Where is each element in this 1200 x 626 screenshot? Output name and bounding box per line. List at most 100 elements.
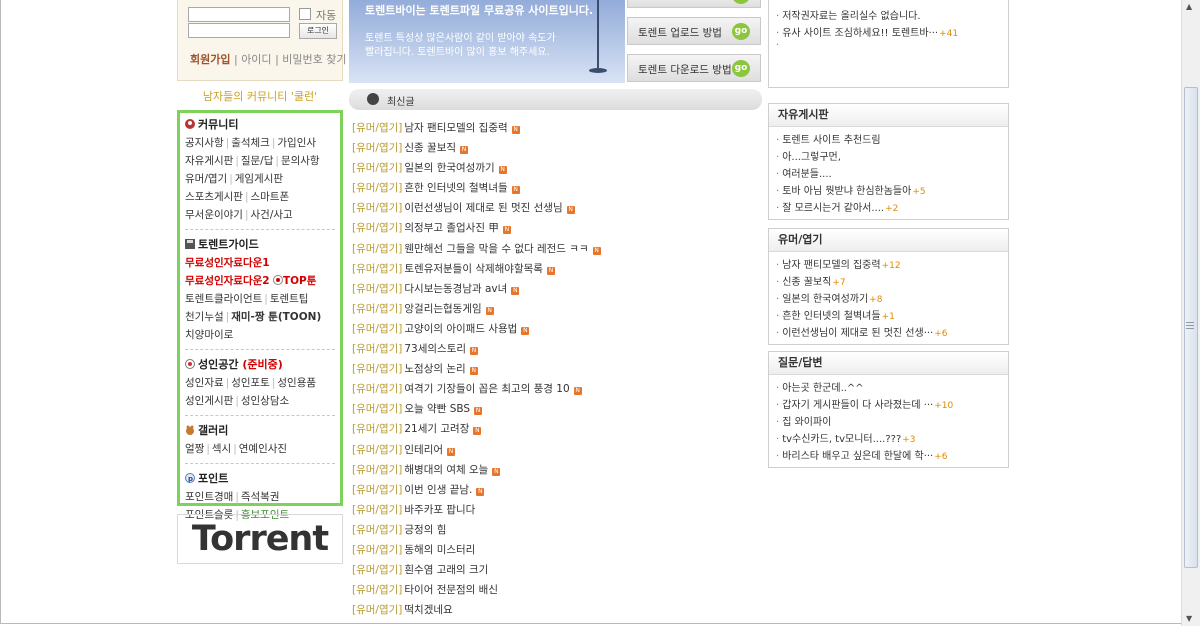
post-title[interactable]: 남자 팬티모델의 집중력: [404, 122, 507, 134]
scroll-down-icon[interactable]: ▼: [1186, 614, 1192, 623]
post-title[interactable]: 긍정의 힘: [404, 524, 446, 536]
menu-item[interactable]: 스포츠게시판: [185, 191, 243, 203]
auto-login-checkbox[interactable]: [299, 8, 311, 20]
post-category[interactable]: [유머/엽기]: [352, 122, 402, 134]
upload-guide-button[interactable]: 토렌트 업로드 방법 go: [627, 17, 761, 45]
username-input[interactable]: [188, 7, 290, 22]
menu-item[interactable]: 성인자료: [185, 377, 224, 389]
post-row[interactable]: [유머/엽기] 타이어 전문점의 배신: [352, 580, 762, 600]
post-title[interactable]: 타이어 전문점의 배신: [404, 584, 498, 596]
login-button[interactable]: 로그인: [299, 23, 337, 39]
board-item[interactable]: · 일본의 한국여성까기+8: [776, 291, 1008, 308]
post-title[interactable]: 흰수염 고래의 크기: [404, 564, 488, 576]
humor-board-title[interactable]: 유머/엽기: [769, 229, 1008, 252]
menu-item[interactable]: 성인포토: [231, 377, 270, 389]
post-row[interactable]: [유머/엽기] 일본의 한국여성까기 N: [352, 158, 762, 178]
post-category[interactable]: [유머/엽기]: [352, 283, 402, 295]
board-item-title[interactable]: 신종 꿀보직: [782, 277, 831, 288]
board-item-title[interactable]: 남자 팬티모델의 집중력: [782, 260, 880, 271]
board-item[interactable]: · tv수신카드, tv모니터....???+3: [776, 431, 1008, 448]
board-item-title[interactable]: 바리스타 배우고 싶은데 한달에 학···: [782, 451, 933, 462]
post-title[interactable]: 노점상의 논리: [404, 363, 465, 375]
post-row[interactable]: [유머/엽기] 고양이의 아이패드 사용법 N: [352, 319, 762, 339]
password-input[interactable]: [188, 23, 290, 38]
post-category[interactable]: [유머/엽기]: [352, 162, 402, 174]
post-row[interactable]: [유머/엽기] 21세기 고려장 N: [352, 419, 762, 439]
post-title[interactable]: 여격기 기장들이 꼽은 최고의 풍경 10: [404, 383, 569, 395]
board-item-title[interactable]: 유사 사이트 조심하세요!! 토렌트바···: [782, 28, 938, 39]
post-title[interactable]: 이런선생님이 제대로 된 멋진 선생님: [404, 202, 562, 214]
free-board-title[interactable]: 자유게시판: [769, 104, 1008, 127]
post-category[interactable]: [유머/엽기]: [352, 564, 402, 576]
board-item-title[interactable]: 여러분들....: [782, 169, 832, 180]
menu-item[interactable]: 출석체크: [231, 137, 270, 149]
board-item[interactable]: · 토렌트 사이트 추천드림: [776, 132, 1008, 149]
board-item-title[interactable]: 이런선생님이 제대로 된 멋진 선생···: [782, 328, 933, 339]
top-toon-link[interactable]: TOP툰: [283, 275, 316, 287]
post-category[interactable]: [유머/엽기]: [352, 544, 402, 556]
menu-item[interactable]: 무서운이야기: [185, 209, 243, 221]
post-category[interactable]: [유머/엽기]: [352, 343, 402, 355]
post-category[interactable]: [유머/엽기]: [352, 444, 402, 456]
menu-item[interactable]: 성인상담소: [241, 395, 289, 407]
board-item-title[interactable]: 잘 모르시는거 같아서....: [782, 203, 884, 214]
post-title[interactable]: 신종 꿀보직: [404, 142, 456, 154]
post-title[interactable]: 고양이의 아이패드 사용법: [404, 323, 517, 335]
torrent-logo-banner[interactable]: Torrent: [177, 514, 343, 564]
post-category[interactable]: [유머/엽기]: [352, 243, 402, 255]
post-category[interactable]: [유머/엽기]: [352, 504, 402, 516]
menu-item[interactable]: 게임게시판: [235, 173, 283, 185]
menu-item[interactable]: 사건/사고: [251, 209, 293, 221]
board-item[interactable]: · 신종 꿀보직+7: [776, 274, 1008, 291]
post-category[interactable]: [유머/엽기]: [352, 323, 402, 335]
join-link[interactable]: 회원가입: [190, 53, 230, 66]
menu-item[interactable]: 가입인사: [277, 137, 316, 149]
post-row[interactable]: [유머/엽기] 이번 인생 끝남. N: [352, 480, 762, 500]
post-category[interactable]: [유머/엽기]: [352, 423, 402, 435]
menu-item[interactable]: 무료성인자료다운2: [185, 275, 270, 287]
post-category[interactable]: [유머/엽기]: [352, 383, 402, 395]
menu-item[interactable]: 성인용품: [277, 377, 316, 389]
post-category[interactable]: [유머/엽기]: [352, 263, 402, 275]
menu-item[interactable]: 토렌트팁: [270, 293, 309, 305]
board-item[interactable]: · 남자 팬티모델의 집중력+12: [776, 257, 1008, 274]
qa-board-title[interactable]: 질문/답변: [769, 352, 1008, 375]
post-title[interactable]: 떡치겠네요: [404, 604, 452, 616]
board-item[interactable]: · 흔한 인터넷의 철벽녀들+1: [776, 308, 1008, 325]
board-item[interactable]: · 아는곳 한군데..^^: [776, 380, 1008, 397]
menu-item[interactable]: 포인트경매: [185, 491, 233, 503]
menu-item[interactable]: 유머/엽기: [185, 173, 227, 185]
post-title[interactable]: 다시보는동경남과 av녀: [404, 283, 507, 295]
post-row[interactable]: [유머/엽기] 신종 꿀보직 N: [352, 138, 762, 158]
board-item[interactable]: · 갑자기 게시판들이 다 사라졌는데 ···+10: [776, 397, 1008, 414]
board-item[interactable]: · 집 와이파이: [776, 414, 1008, 431]
post-row[interactable]: [유머/엽기] 인테리어 N: [352, 440, 762, 460]
post-title[interactable]: 동해의 미스터리: [404, 544, 475, 556]
menu-item[interactable]: 연예인사진: [239, 443, 287, 455]
post-row[interactable]: [유머/엽기] 동해의 미스터리: [352, 540, 762, 560]
post-category[interactable]: [유머/엽기]: [352, 484, 402, 496]
board-item-title[interactable]: 저작권자료는 올리실수 없습니다.: [782, 11, 920, 22]
post-category[interactable]: [유머/엽기]: [352, 303, 402, 315]
post-row[interactable]: [유머/엽기] 의정부고 졸업사진 甲 N: [352, 218, 762, 238]
menu-item[interactable]: 즉석복권: [241, 491, 280, 503]
scroll-up-icon[interactable]: ▲: [1186, 2, 1192, 11]
post-row[interactable]: [유머/엽기] 오늘 약빤 SBS N: [352, 399, 762, 419]
post-title[interactable]: 이번 인생 끝남.: [404, 484, 472, 496]
post-title[interactable]: 일본의 한국여성까기: [404, 162, 494, 174]
post-row[interactable]: [유머/엽기] 해병대의 여체 오늘 N: [352, 460, 762, 480]
post-title[interactable]: 앙걸리는협동게임: [404, 303, 481, 315]
menu-item[interactable]: 자유게시판: [185, 155, 233, 167]
post-title[interactable]: 73세의스토리: [404, 343, 466, 355]
post-row[interactable]: [유머/엽기] 긍정의 힘: [352, 520, 762, 540]
find-id-link[interactable]: 아이디: [241, 53, 271, 66]
board-item[interactable]: · 여러분들....: [776, 166, 1008, 183]
post-title[interactable]: 의정부고 졸업사진 甲: [404, 222, 498, 234]
post-category[interactable]: [유머/엽기]: [352, 584, 402, 596]
post-category[interactable]: [유머/엽기]: [352, 604, 402, 616]
post-category[interactable]: [유머/엽기]: [352, 182, 402, 194]
find-pw-link[interactable]: 비밀번호 찾기: [282, 53, 346, 66]
menu-item[interactable]: 무료성인자료다운1: [185, 254, 335, 272]
post-row[interactable]: [유머/엽기] 노점상의 논리 N: [352, 359, 762, 379]
post-row[interactable]: [유머/엽기] 다시보는동경남과 av녀 N: [352, 279, 762, 299]
